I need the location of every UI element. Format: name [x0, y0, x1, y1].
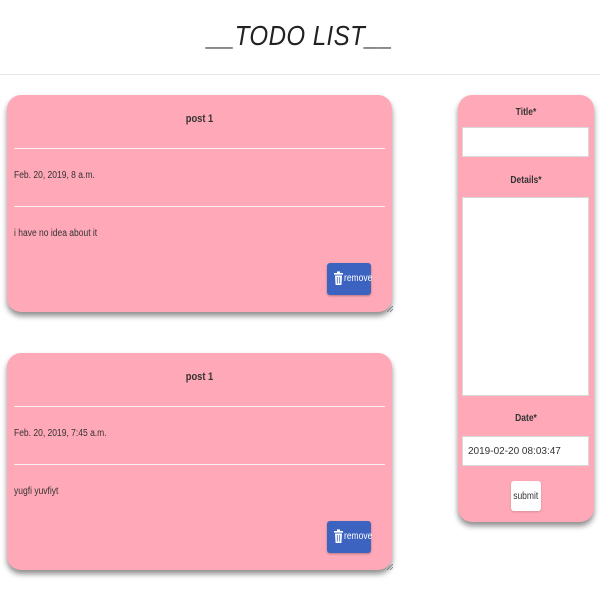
remove-label: remove — [344, 531, 373, 542]
remove-button[interactable]: remove — [327, 521, 373, 553]
post-title: post 1 — [185, 371, 214, 383]
trash-icon — [334, 271, 343, 285]
divider — [14, 464, 385, 465]
post-card: post 1 Feb. 20, 2019, 7:45 a.m. yugfi yu… — [7, 353, 393, 570]
post-title: post 1 — [185, 113, 214, 125]
remove-button[interactable]: remove — [327, 263, 373, 295]
date-input[interactable] — [462, 436, 589, 466]
resize-grip-icon[interactable] — [387, 564, 393, 570]
post-card: post 1 Feb. 20, 2019, 8 a.m. i have no i… — [7, 95, 393, 312]
date-label: Date* — [515, 413, 537, 424]
submit-label: submit — [513, 490, 539, 502]
remove-label: remove — [344, 273, 373, 284]
title-label: Title* — [515, 107, 537, 118]
divider — [14, 206, 385, 207]
submit-button[interactable]: submit — [511, 481, 541, 511]
post-date: Feb. 20, 2019, 7:45 a.m. — [14, 428, 107, 439]
divider — [14, 406, 385, 407]
post-details: i have no idea about it — [14, 228, 98, 239]
title-input[interactable] — [462, 127, 589, 157]
details-label: Details* — [510, 175, 542, 186]
trash-icon — [334, 529, 343, 543]
divider — [14, 148, 385, 149]
post-date: Feb. 20, 2019, 8 a.m. — [14, 170, 95, 181]
page-title: __TODO LIST__ — [207, 20, 393, 51]
details-textarea[interactable] — [462, 197, 589, 396]
new-todo-form: Title* Details* Date* submit — [458, 95, 594, 522]
resize-grip-icon[interactable] — [387, 306, 393, 312]
header: __TODO LIST__ — [0, 0, 600, 75]
post-details: yugfi yuvfiyt — [14, 486, 59, 497]
